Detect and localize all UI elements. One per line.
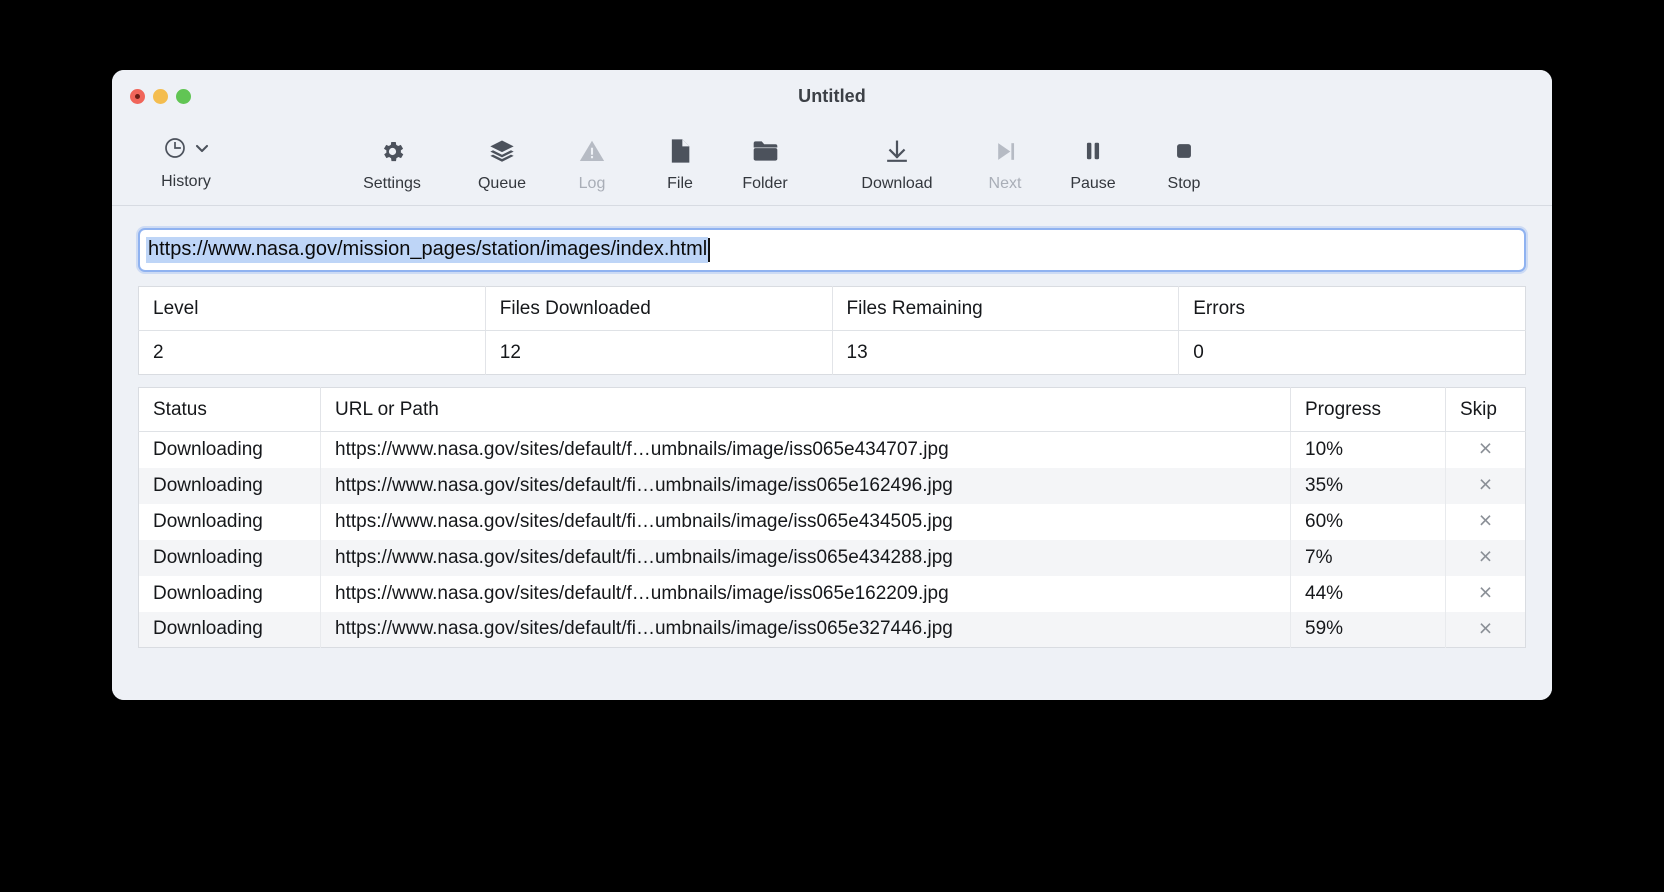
stats-value-level: 2 — [138, 330, 486, 375]
stats-header-files-downloaded: Files Downloaded — [485, 286, 833, 331]
toolbar-item-stop[interactable]: Stop — [1136, 132, 1232, 206]
table-row[interactable]: Downloading https://www.nasa.gov/sites/d… — [138, 611, 1526, 648]
row-progress: 35% — [1290, 467, 1446, 504]
row-progress: 60% — [1290, 503, 1446, 540]
close-icon[interactable]: × — [1479, 473, 1492, 496]
main-content: https://www.nasa.gov/mission_pages/stati… — [112, 206, 1552, 700]
stats-header-errors: Errors — [1178, 286, 1526, 331]
warning-icon — [578, 134, 606, 168]
skip-next-icon — [992, 134, 1019, 168]
close-icon[interactable]: × — [1479, 616, 1492, 640]
row-status: Downloading — [138, 611, 321, 648]
toolbar-label-folder: Folder — [742, 175, 788, 192]
stats-table: Level Files Downloaded Files Remaining E… — [138, 286, 1526, 375]
row-url: https://www.nasa.gov/sites/default/fi…um… — [320, 467, 1291, 504]
row-url: https://www.nasa.gov/sites/default/fi…um… — [320, 503, 1291, 540]
text-caret — [708, 238, 711, 262]
row-url: https://www.nasa.gov/sites/default/fi…um… — [320, 539, 1291, 576]
layers-icon — [488, 134, 516, 168]
row-url: https://www.nasa.gov/sites/default/fi…um… — [320, 611, 1291, 648]
row-skip-button[interactable]: × — [1446, 468, 1526, 504]
row-progress: 59% — [1290, 611, 1446, 648]
stats-header-level: Level — [138, 286, 486, 331]
address-bar[interactable]: https://www.nasa.gov/mission_pages/stati… — [138, 228, 1526, 272]
downloads-table: Status URL or Path Progress Skip Downloa… — [138, 387, 1526, 648]
toolbar-label-file: File — [667, 175, 693, 192]
gear-icon — [379, 134, 406, 168]
toolbar-item-next[interactable]: Next — [957, 132, 1053, 206]
row-skip-button[interactable]: × — [1446, 504, 1526, 540]
row-url: https://www.nasa.gov/sites/default/f…umb… — [320, 431, 1291, 468]
close-icon[interactable]: × — [1479, 581, 1492, 604]
file-icon — [667, 134, 693, 168]
download-icon — [883, 134, 911, 168]
toolbar-label-pause: Pause — [1070, 175, 1116, 192]
toolbar-label-next: Next — [988, 175, 1022, 192]
stop-icon — [1171, 134, 1197, 168]
toolbar-item-download[interactable]: Download — [849, 132, 945, 206]
table-row[interactable]: Downloading https://www.nasa.gov/sites/d… — [138, 431, 1526, 468]
address-input-value[interactable]: https://www.nasa.gov/mission_pages/stati… — [146, 237, 709, 263]
downloads-header-row: Status URL or Path Progress Skip — [138, 387, 1526, 432]
row-url: https://www.nasa.gov/sites/default/f…umb… — [320, 575, 1291, 612]
table-row[interactable]: Downloading https://www.nasa.gov/sites/d… — [138, 575, 1526, 612]
toolbar-label-stop: Stop — [1167, 175, 1201, 192]
app-window: Untitled History Settings Queue Log File… — [112, 70, 1552, 700]
table-row[interactable]: Downloading https://www.nasa.gov/sites/d… — [138, 467, 1526, 504]
stats-value-errors: 0 — [1193, 341, 1204, 363]
row-progress: 10% — [1290, 431, 1446, 468]
stats-value-row: 2 12 13 0 — [138, 330, 1526, 375]
close-icon[interactable]: × — [1479, 545, 1492, 568]
close-icon[interactable]: × — [1479, 509, 1492, 532]
toolbar-label-settings: Settings — [363, 175, 421, 192]
clock-icon — [163, 136, 187, 165]
row-progress: 7% — [1290, 539, 1446, 576]
toolbar-item-queue[interactable]: Queue — [454, 132, 550, 206]
toolbar-item-pause[interactable]: Pause — [1045, 132, 1141, 206]
downloads-header-skip[interactable]: Skip — [1445, 387, 1526, 432]
downloads-header-status[interactable]: Status — [138, 387, 321, 432]
stats-value-files-remaining: 13 — [832, 330, 1180, 375]
row-status: Downloading — [138, 467, 321, 504]
row-status: Downloading — [138, 431, 321, 468]
row-status: Downloading — [138, 575, 321, 612]
close-icon[interactable]: × — [1479, 437, 1492, 460]
stats-header-row: Level Files Downloaded Files Remaining E… — [138, 286, 1526, 331]
table-row[interactable]: Downloading https://www.nasa.gov/sites/d… — [138, 539, 1526, 576]
row-skip-button[interactable]: × — [1446, 432, 1526, 468]
toolbar-item-file[interactable]: File — [632, 132, 728, 206]
downloads-header-url[interactable]: URL or Path — [320, 387, 1291, 432]
row-progress: 44% — [1290, 575, 1446, 612]
stats-header-files-remaining: Files Remaining — [832, 286, 1180, 331]
toolbar-item-folder[interactable]: Folder — [717, 132, 813, 206]
title-bar: Untitled — [112, 70, 1552, 132]
table-row[interactable]: Downloading https://www.nasa.gov/sites/d… — [138, 503, 1526, 540]
pause-icon — [1080, 134, 1106, 168]
toolbar: History Settings Queue Log File Folder D… — [112, 132, 1552, 206]
window-title: Untitled — [798, 86, 866, 106]
downloads-header-progress[interactable]: Progress — [1290, 387, 1446, 432]
toolbar-item-log[interactable]: Log — [544, 132, 640, 206]
row-status: Downloading — [138, 539, 321, 576]
row-skip-button[interactable]: × — [1446, 576, 1526, 612]
row-skip-button[interactable]: × — [1446, 540, 1526, 576]
toolbar-item-history[interactable]: History — [130, 132, 242, 206]
folder-icon — [751, 134, 780, 168]
chevron-down-icon[interactable] — [194, 140, 210, 161]
row-skip-button[interactable]: × — [1446, 612, 1526, 648]
stats-value-files-downloaded: 12 — [485, 330, 833, 375]
toolbar-label-history: History — [161, 173, 211, 190]
toolbar-label-queue: Queue — [477, 175, 527, 192]
row-status: Downloading — [138, 503, 321, 540]
toolbar-item-settings[interactable]: Settings — [344, 132, 440, 206]
toolbar-label-log: Log — [578, 175, 606, 192]
toolbar-label-download: Download — [861, 175, 933, 192]
